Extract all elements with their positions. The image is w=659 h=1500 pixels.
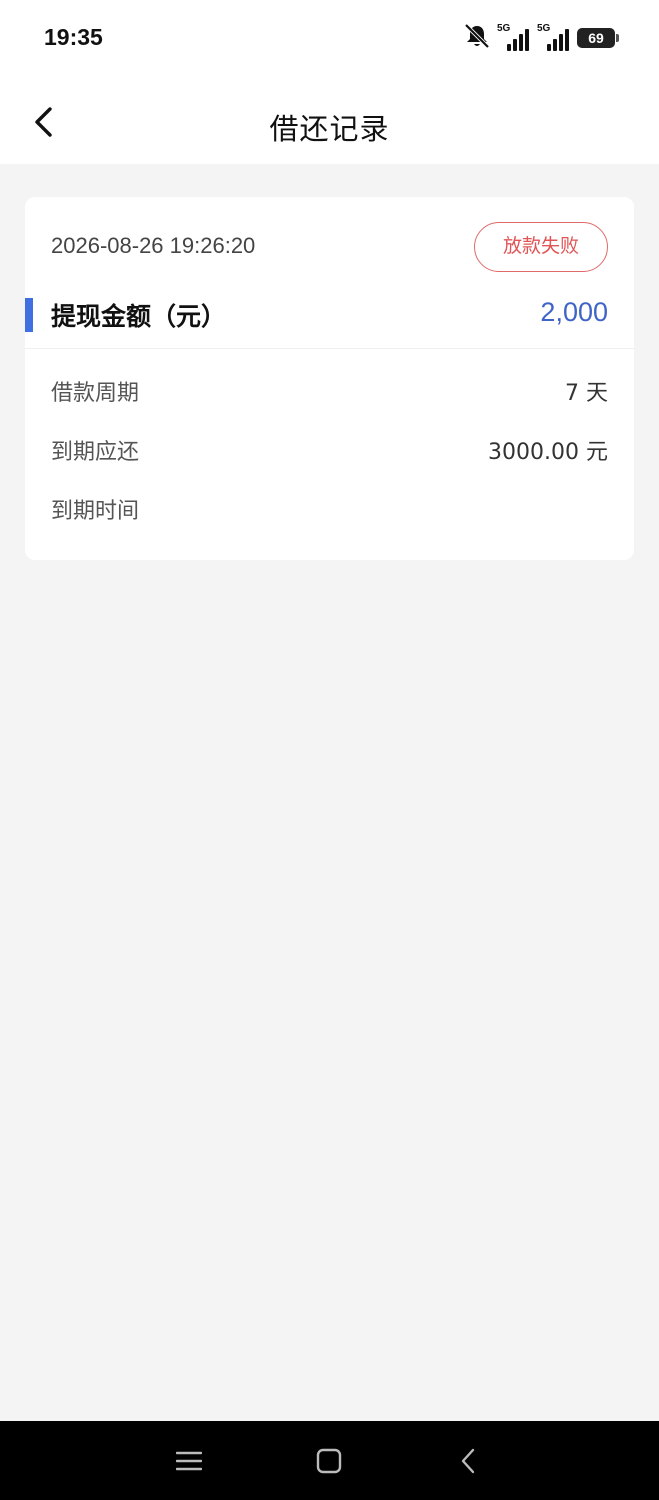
detail-value: 7 天 [565, 381, 608, 406]
amount-accent-bar [25, 298, 33, 332]
amount-label: 提现金额（元） [51, 302, 227, 331]
status-icons: 5G 5G 69 [463, 23, 619, 53]
detail-label: 到期时间 [51, 499, 140, 524]
status-time: 19:35 [44, 24, 103, 50]
home-icon [316, 1448, 342, 1474]
record-card[interactable]: 2026-08-26 19:26:20 放款失败 提现金额（元） 2,000 借… [25, 197, 634, 560]
mute-icon [463, 23, 491, 53]
page-title: 借还记录 [269, 112, 390, 146]
back-icon [461, 1448, 475, 1474]
amount-row: 提现金额（元） 2,000 [25, 289, 634, 349]
signal-icon: 5G [537, 23, 571, 51]
amount-value: 2,000 [540, 297, 608, 327]
status-badge: 放款失败 [474, 222, 608, 272]
detail-row-due-date: 到期时间 [25, 489, 634, 529]
recent-apps-button[interactable] [169, 1441, 209, 1481]
record-datetime: 2026-08-26 19:26:20 [51, 233, 256, 258]
menu-icon [176, 1451, 202, 1471]
detail-value: 3000.00 元 [488, 440, 608, 465]
detail-label: 到期应还 [51, 440, 140, 465]
signal-icon: 5G [497, 23, 531, 51]
home-button[interactable] [309, 1441, 349, 1481]
nav-header: 借还记录 [0, 80, 659, 164]
detail-label: 借款周期 [51, 381, 140, 406]
detail-row-due-amount: 到期应还 3000.00 元 [25, 430, 634, 470]
detail-row-period: 借款周期 7 天 [25, 371, 634, 411]
status-bar: 19:35 5G 5G 69 [0, 0, 659, 80]
screen: 19:35 5G 5G 69 借还记录 2026-08-26 19:26:20 … [0, 0, 659, 1500]
system-nav-bar [0, 1421, 659, 1500]
battery-icon: 69 [577, 28, 619, 48]
system-back-button[interactable] [448, 1441, 488, 1481]
